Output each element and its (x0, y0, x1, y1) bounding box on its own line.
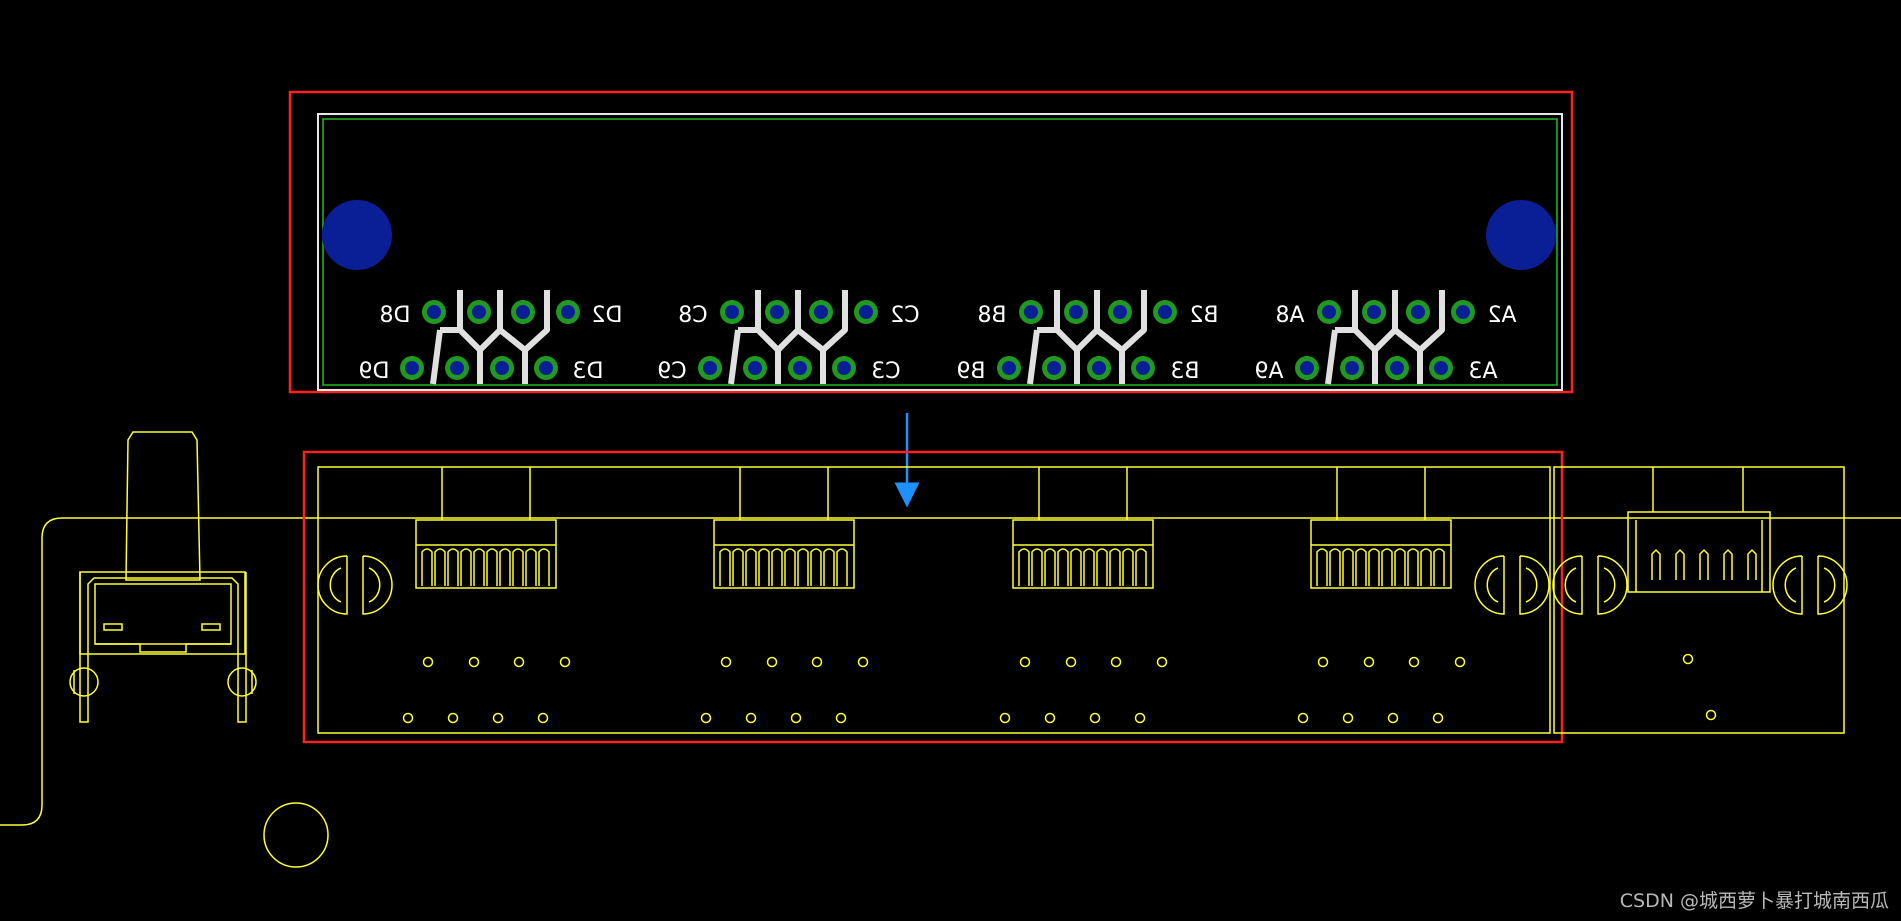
pad-hole (793, 361, 807, 375)
pad-hole (1456, 305, 1470, 319)
pin-label: A3 (1468, 359, 1497, 384)
latch-clip (1474, 555, 1550, 615)
latch-clip (1552, 555, 1628, 615)
mount-hole-right (1486, 200, 1556, 270)
pad-hole (472, 305, 486, 319)
pad-group-d: D8 D2 D9 D3 (359, 290, 623, 385)
pin-label: C9 (657, 359, 686, 384)
pad-hole (450, 361, 464, 375)
pad-hole (814, 305, 828, 319)
pad-hole (405, 361, 419, 375)
pin-label: B8 (977, 303, 1006, 328)
pin-label: C3 (871, 359, 900, 384)
pcb-silkscreen-view (302, 450, 1848, 744)
extra-port-silkscreen (1627, 467, 1771, 721)
connector-pad-groups: D8 D2 D9 D3 C8 C2 C9 C3 B8 B2 B9 B3 A8 A2 A9 A3 (359, 290, 1517, 385)
pad-hole (1158, 305, 1172, 319)
rj45-port-silkscreen (1297, 467, 1466, 724)
pad-hole (427, 305, 441, 319)
pin-label: D9 (359, 359, 390, 384)
rj45-port-silkscreen (700, 467, 869, 724)
pad-group-c: C8 C2 C9 C3 (657, 290, 920, 385)
watermark: CSDN @城西萝卜暴打城南西瓜 (1619, 890, 1889, 912)
pin-label: B3 (1170, 359, 1199, 384)
pad-hole (1434, 361, 1448, 375)
pad-hole (725, 305, 739, 319)
pad-hole (1390, 361, 1404, 375)
pad-hole (1069, 305, 1083, 319)
pad-hole (703, 361, 717, 375)
pad-hole (1047, 361, 1061, 375)
pin-label: D3 (573, 359, 604, 384)
rj45-port-silkscreen (999, 467, 1168, 724)
pad-group-a: A8 A2 A9 A3 (1254, 290, 1517, 385)
pcb-layout-canvas: J* D8D2D9D3C8C2C9C3B8B2B9B3A8A2A9A3 (0, 90, 1901, 868)
pad-hole (561, 305, 575, 319)
pin-label: A2 (1487, 303, 1516, 328)
pin-label: B9 (956, 359, 985, 384)
latch-clip (1772, 555, 1848, 615)
pad-hole (748, 361, 762, 375)
pad-hole (539, 361, 553, 375)
pad-hole (837, 361, 851, 375)
pin-label: D2 (592, 303, 623, 328)
pad-hole (1345, 361, 1359, 375)
pad-hole (516, 305, 530, 319)
pad-hole (859, 305, 873, 319)
pad-hole (1113, 305, 1127, 319)
pad-hole (1411, 305, 1425, 319)
pcb-top-view: J* D8D2D9D3C8C2C9C3B8B2B9B3A8A2A9A3 (288, 90, 1574, 394)
pad-hole (495, 361, 509, 375)
pad-group-b: B8 B2 B9 B3 (956, 290, 1219, 385)
board-edge-outline (0, 517, 1901, 826)
pin-label: C2 (890, 303, 919, 328)
pad-hole (1024, 305, 1038, 319)
pad-hole (1002, 361, 1016, 375)
mount-hole-left (322, 200, 392, 270)
pad-hole (1092, 361, 1106, 375)
silkscreen-ports (317, 467, 1848, 724)
latch-clip (317, 555, 393, 615)
switch-footprint (69, 431, 257, 723)
pin-label: C8 (678, 303, 707, 328)
rj45-port-silkscreen (402, 467, 571, 724)
mounting-circle-outline (263, 802, 329, 868)
highlight-box-bottom (302, 450, 1564, 744)
pin-label: B2 (1189, 303, 1218, 328)
pad-hole (1367, 305, 1381, 319)
pad-hole (770, 305, 784, 319)
pad-hole (1300, 361, 1314, 375)
pad-hole (1136, 361, 1150, 375)
pin-label: D8 (380, 303, 411, 328)
pin-label: A8 (1275, 303, 1304, 328)
pad-hole (1322, 305, 1336, 319)
pin-label: A9 (1254, 359, 1283, 384)
connector-outline-main (317, 466, 1551, 734)
